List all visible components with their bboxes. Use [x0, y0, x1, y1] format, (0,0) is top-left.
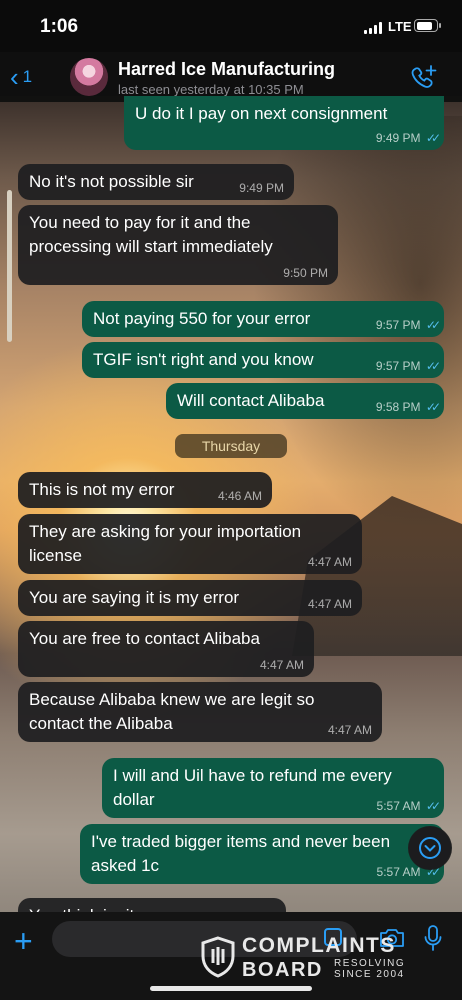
read-receipt-icon: ✓✓	[425, 799, 441, 813]
message-time: 9:49 PM	[375, 131, 421, 145]
message-text: U do it I pay on next consignment	[135, 104, 388, 123]
message-time: 4:47 AM	[327, 723, 372, 737]
message-time: 5:57 AM	[376, 799, 421, 813]
message-time: 4:46 AM	[217, 489, 262, 503]
message-incoming[interactable]: They are asking for your importation lic…	[18, 514, 362, 574]
message-time: 9:50 PM	[283, 266, 328, 280]
read-receipt-icon: ✓✓	[425, 359, 441, 373]
message-incoming[interactable]: You are free to contact Alibaba 4:47 AM	[18, 621, 314, 677]
message-incoming[interactable]: This is not my error 4:46 AM	[18, 472, 272, 508]
message-text: You are free to contact Alibaba	[29, 629, 260, 648]
back-button[interactable]: ‹ 1	[10, 62, 32, 92]
mic-icon[interactable]	[422, 924, 444, 952]
watermark-subtitle: BOARD	[242, 959, 323, 981]
home-indicator	[150, 986, 312, 991]
message-incoming[interactable]: Because Alibaba knew we are legit so con…	[18, 682, 382, 742]
message-meta: 9:58 PM ✓✓	[375, 400, 441, 414]
message-text: You need to pay for it and the processin…	[29, 213, 273, 256]
watermark: COMPLAINTS BOARD RESOLVING SINCE 2004	[200, 932, 416, 982]
plus-icon[interactable]: +	[14, 925, 33, 957]
message-text: You are saying it is my error	[29, 588, 240, 607]
message-outgoing[interactable]: U do it I pay on next consignment 9:49 P…	[124, 96, 444, 150]
unread-count: 1	[22, 67, 33, 86]
watermark-title: COMPLAINTS	[242, 934, 396, 957]
message-meta: 9:57 PM ✓✓	[375, 318, 441, 332]
watermark-tagline: RESOLVING	[334, 958, 406, 969]
avatar[interactable]	[70, 58, 108, 96]
date-separator: Thursday	[175, 434, 287, 458]
message-incoming[interactable]: No it's not possible sir 9:49 PM	[18, 164, 294, 200]
message-time: 9:49 PM	[239, 181, 284, 195]
message-incoming[interactable]: You need to pay for it and the processin…	[18, 205, 338, 285]
message-time: 4:47 AM	[307, 555, 352, 569]
add-call-icon[interactable]	[410, 64, 438, 90]
message-text: Because Alibaba knew we are legit so con…	[29, 690, 315, 733]
message-outgoing[interactable]: Not paying 550 for your error 9:57 PM ✓✓	[82, 301, 444, 337]
message-time: 5:57 AM	[376, 865, 421, 879]
message-time: 9:57 PM	[375, 359, 421, 373]
message-time: 9:57 PM	[375, 318, 421, 332]
message-outgoing[interactable]: Will contact Alibaba 9:58 PM ✓✓	[166, 383, 444, 419]
message-text: They are asking for your importation lic…	[29, 522, 302, 565]
watermark-since: SINCE 2004	[334, 969, 405, 980]
clock: 1:06	[40, 16, 79, 37]
shield-icon	[201, 936, 235, 978]
message-meta: 5:57 AM ✓✓	[376, 799, 442, 813]
battery-icon	[414, 19, 441, 32]
message-time: 4:47 AM	[259, 658, 304, 672]
message-time: 4:47 AM	[307, 597, 352, 611]
message-outgoing[interactable]: I've traded bigger items and never been …	[80, 824, 444, 884]
chevron-left-icon: ‹	[10, 62, 19, 92]
contact-name[interactable]: Harred Ice Manufacturing	[118, 59, 335, 80]
read-receipt-icon: ✓✓	[425, 131, 441, 145]
message-meta: 9:49 PM ✓✓	[375, 131, 441, 145]
chat-header: ‹ 1 Harred Ice Manufacturing last seen y…	[0, 52, 462, 102]
scroll-to-bottom-button[interactable]	[408, 826, 452, 870]
network-label: LTE	[388, 19, 412, 34]
read-receipt-icon: ✓✓	[425, 318, 441, 332]
last-seen-status: last seen yesterday at 10:35 PM	[118, 82, 304, 97]
status-bar: 1:06 LTE	[0, 0, 462, 52]
read-receipt-icon: ✓✓	[425, 400, 441, 414]
message-time: 9:58 PM	[375, 400, 421, 414]
message-incoming[interactable]: You are saying it is my error 4:47 AM	[18, 580, 362, 616]
signal-icon	[364, 22, 384, 34]
message-meta: 9:57 PM ✓✓	[375, 359, 441, 373]
scrollbar[interactable]	[7, 190, 12, 342]
message-outgoing[interactable]: TGIF isn't right and you know 9:57 PM ✓✓	[82, 342, 444, 378]
message-outgoing[interactable]: I will and Uil have to refund me every d…	[102, 758, 444, 818]
